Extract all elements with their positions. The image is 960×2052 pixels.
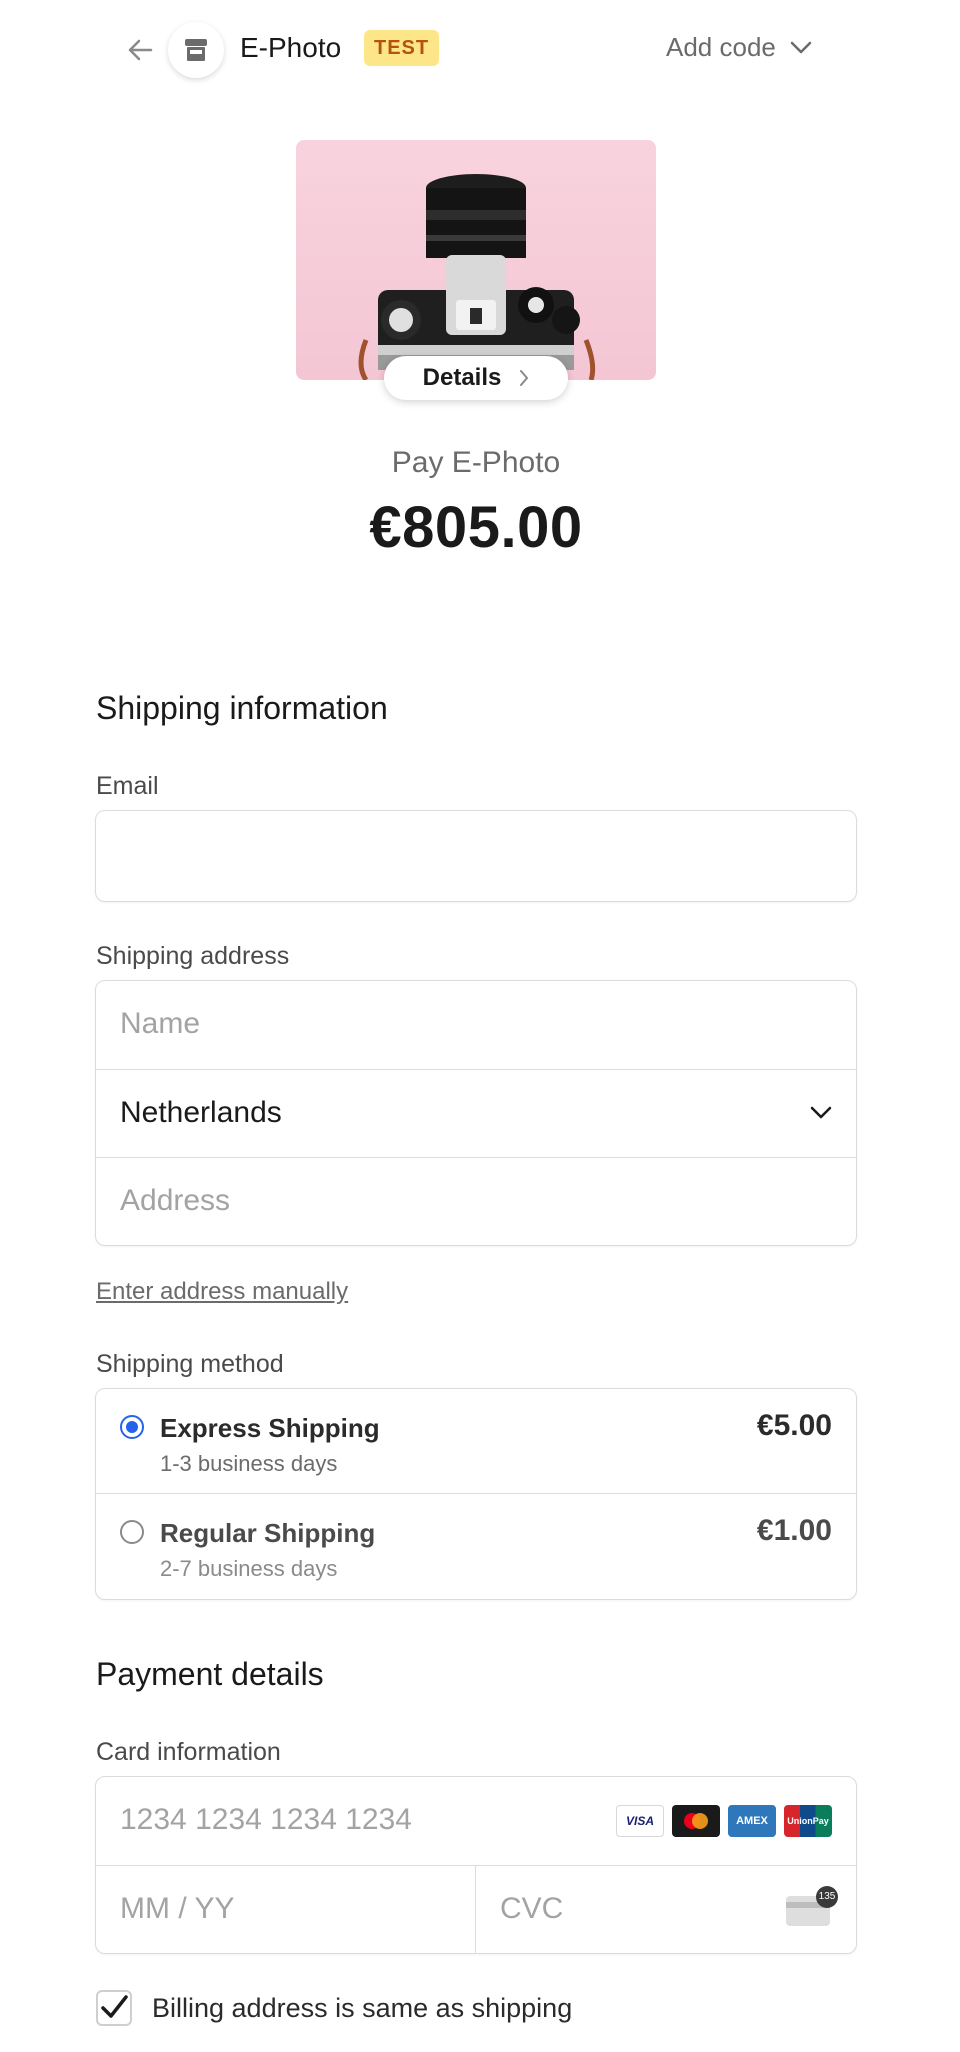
arrow-left-icon — [128, 39, 153, 61]
chevron-down-icon — [810, 1106, 832, 1119]
add-code-button[interactable]: Add code — [666, 32, 812, 63]
shipping-address-group: Name Netherlands Address — [95, 980, 857, 1246]
express-radio[interactable] — [120, 1415, 144, 1439]
regular-duration: 2-7 business days — [160, 1556, 338, 1581]
express-name: Express Shipping — [160, 1413, 380, 1443]
details-label: Details — [422, 364, 502, 391]
product-image — [296, 140, 656, 380]
card-info-label: Card information — [96, 1738, 281, 1766]
country-select[interactable]: Netherlands — [96, 1069, 856, 1157]
regular-price: €1.00 — [756, 1514, 832, 1547]
express-duration: 1-3 business days — [160, 1451, 338, 1476]
email-label: Email — [96, 772, 159, 800]
mastercard-icon — [672, 1805, 720, 1837]
checkout-header: E-Photo TEST Add code — [0, 0, 960, 96]
details-button[interactable]: Details — [384, 356, 568, 400]
address-field[interactable]: Address — [96, 1157, 856, 1245]
camera-illustration — [358, 174, 596, 380]
country-value: Netherlands — [120, 1096, 282, 1129]
billing-same-label: Billing address is same as shipping — [152, 1993, 573, 2023]
cvc-field[interactable]: CVC 135 — [476, 1866, 856, 1954]
shipping-address-label: Shipping address — [96, 942, 290, 970]
cvc-hint-icon: 135 — [786, 1886, 838, 1926]
regular-radio[interactable] — [120, 1520, 144, 1544]
address-placeholder: Address — [120, 1184, 231, 1217]
pay-merchant-label: Pay E-Photo — [391, 446, 561, 479]
cvc-placeholder: CVC — [500, 1892, 564, 1925]
add-code-label: Add code — [666, 32, 776, 62]
chevron-down-icon — [790, 41, 812, 53]
store-logo — [168, 22, 224, 78]
shipping-option-express[interactable]: Express Shipping 1-3 business days €5.00 — [96, 1389, 856, 1493]
name-placeholder: Name — [120, 1007, 201, 1040]
shipping-method-label: Shipping method — [96, 1350, 284, 1378]
storefront-icon — [185, 39, 207, 61]
checkmark-icon — [101, 1995, 128, 2018]
amex-icon: AMEX — [728, 1805, 776, 1837]
regular-name: Regular Shipping — [160, 1518, 376, 1548]
visa-icon: VISA — [616, 1805, 664, 1837]
shipping-option-regular[interactable]: Regular Shipping 2-7 business days €1.00 — [96, 1493, 856, 1599]
unionpay-icon: UnionPay — [784, 1805, 832, 1837]
express-price: €5.00 — [756, 1409, 832, 1442]
card-info-group: 1234 1234 1234 1234 VISA AMEX UnionPay M… — [95, 1776, 857, 1954]
expiry-placeholder: MM / YY — [120, 1892, 235, 1925]
card-expiry-cvc-row: MM / YY CVC 135 — [96, 1865, 856, 1954]
shipping-method-group: Express Shipping 1-3 business days €5.00… — [95, 1388, 857, 1600]
expiry-field[interactable]: MM / YY — [96, 1866, 476, 1954]
shipping-section-title: Shipping information — [96, 690, 388, 726]
billing-same-checkbox[interactable] — [96, 1990, 132, 2026]
email-field[interactable] — [95, 810, 857, 902]
payment-section-title: Payment details — [96, 1656, 324, 1692]
total-amount: €805.00 — [369, 495, 583, 560]
name-field[interactable]: Name — [96, 981, 856, 1069]
card-number-placeholder: 1234 1234 1234 1234 — [120, 1803, 412, 1836]
chevron-right-icon — [520, 370, 529, 386]
merchant-name: E-Photo — [240, 32, 342, 63]
back-button[interactable] — [120, 30, 160, 70]
enter-address-manually-link[interactable]: Enter address manually — [96, 1278, 348, 1306]
cvc-hint-number: 135 — [816, 1886, 838, 1908]
card-number-field[interactable]: 1234 1234 1234 1234 VISA AMEX UnionPay — [96, 1777, 856, 1865]
test-mode-badge: TEST — [364, 30, 440, 66]
